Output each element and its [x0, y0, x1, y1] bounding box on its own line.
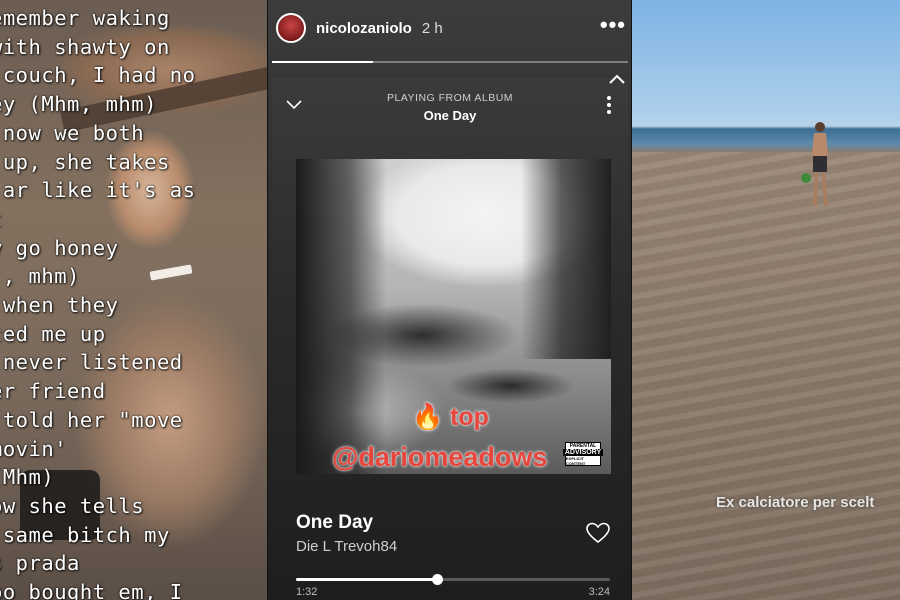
playing-from-label: PLAYING FROM ALBUM — [386, 92, 514, 104]
mention-sticker[interactable]: @dariomeadows — [332, 442, 547, 473]
now-playing-header: PLAYING FROM ALBUM One Day — [272, 92, 628, 123]
lyrics-overlay: emember waking with shawty on couch, I h… — [0, 6, 196, 600]
story-username[interactable]: nicolozaniolo — [316, 20, 412, 37]
avatar[interactable] — [276, 13, 306, 43]
instagram-story: nicolozaniolo 2 h ••• PLAYING FROM ALBUM… — [268, 0, 632, 600]
seek-bar[interactable] — [296, 574, 610, 585]
heart-icon[interactable] — [586, 522, 610, 544]
track-artist[interactable]: Die L Trevoh84 — [296, 538, 397, 555]
album-name: One Day — [423, 108, 477, 123]
fire-top-sticker[interactable]: 🔥 top — [412, 403, 489, 432]
more-options-button[interactable]: ••• — [600, 12, 626, 38]
album-art: 🔥 top @dariomeadows PARENTAL ADVISORY EX… — [296, 159, 611, 474]
seek-bar-fill — [296, 578, 438, 581]
spotify-share-card[interactable]: PLAYING FROM ALBUM One Day 🔥 top @dariom… — [272, 74, 628, 600]
total-time: 3:24 — [588, 586, 610, 598]
chevron-up-icon[interactable] — [608, 72, 626, 86]
album-art-shadow — [521, 159, 611, 359]
story-progress-fill — [272, 61, 374, 63]
vertical-dots-icon[interactable] — [606, 94, 612, 116]
beach-sand — [632, 152, 900, 600]
right-story-panel: Ex calciatore per scelt — [632, 0, 900, 600]
track-title: One Day — [296, 512, 374, 533]
person-figure — [801, 122, 828, 206]
story-header: nicolozaniolo 2 h — [268, 0, 632, 56]
left-story-panel: emember waking with shawty on couch, I h… — [0, 0, 268, 600]
elapsed-time: 1:32 — [296, 586, 318, 598]
parental-advisory-logo: PARENTAL ADVISORY EXPLICIT CONTENT — [562, 442, 604, 466]
story-progress-bar — [272, 61, 628, 63]
seek-knob[interactable] — [432, 574, 444, 585]
album-art-shadow — [296, 159, 386, 474]
story-caption: Ex calciatore per scelt — [716, 494, 875, 511]
story-time: 2 h — [421, 19, 443, 37]
